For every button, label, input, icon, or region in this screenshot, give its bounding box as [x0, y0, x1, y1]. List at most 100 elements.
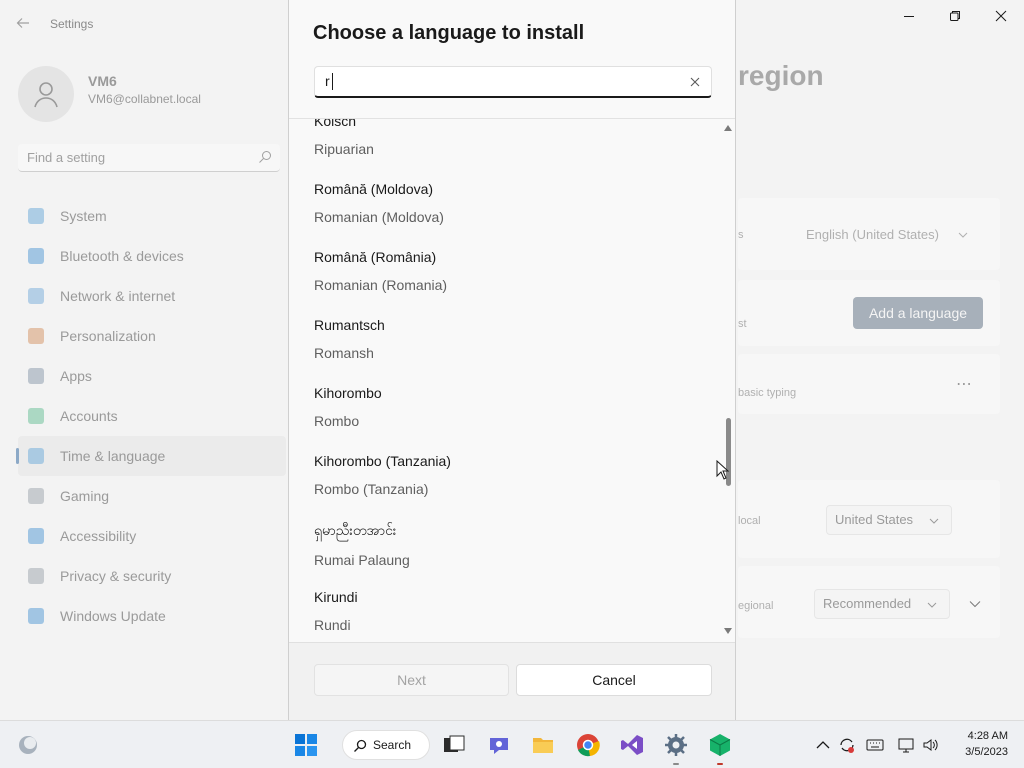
- regional-format-dropdown[interactable]: Recommended: [814, 589, 950, 619]
- person-icon: [34, 82, 58, 108]
- clear-icon[interactable]: [689, 76, 701, 88]
- chevron-up-icon[interactable]: [814, 736, 832, 754]
- sidebar-item-privacy-security[interactable]: Privacy & security: [18, 556, 286, 596]
- country-dropdown[interactable]: United States: [826, 505, 952, 535]
- sidebar-item-label: Apps: [60, 368, 92, 384]
- sidebar-item-label: Time & language: [60, 448, 166, 464]
- restore-icon: [950, 11, 960, 21]
- apps-icon: [28, 368, 44, 384]
- sidebar-item-apps[interactable]: Apps: [18, 356, 286, 396]
- next-button[interactable]: Next: [314, 664, 509, 696]
- language-english-name: Rumai Palaung: [314, 552, 410, 568]
- dialog-title: Choose a language to install: [313, 22, 585, 44]
- language-list-item[interactable]: Kihorombo Rombo: [289, 385, 709, 453]
- sidebar-item-gaming[interactable]: Gaming: [18, 476, 286, 516]
- avatar: [18, 66, 74, 122]
- close-button[interactable]: [986, 8, 1016, 28]
- find-setting-input[interactable]: Find a setting: [18, 144, 280, 172]
- country-label: local: [738, 515, 761, 527]
- text-cursor: [332, 73, 333, 90]
- language-list-item[interactable]: Română (Moldova) Romanian (Moldova): [289, 181, 709, 249]
- language-list-item[interactable]: Kihorombo (Tanzania) Rombo (Tanzania): [289, 453, 709, 521]
- scroll-down-arrow-icon[interactable]: [723, 626, 733, 636]
- clock-time[interactable]: 4:28 AM: [952, 730, 1008, 742]
- language-english-name: Romansh: [314, 345, 374, 361]
- chevron-down-icon: [958, 232, 968, 238]
- visual-studio-icon[interactable]: [620, 733, 644, 757]
- add-language-button[interactable]: Add a language: [853, 297, 983, 329]
- language-list-item[interactable]: Kirundi Rundi: [289, 589, 709, 641]
- keyboard-icon[interactable]: [866, 736, 884, 754]
- minimize-button[interactable]: [894, 8, 924, 28]
- sync-icon[interactable]: [838, 736, 856, 754]
- sidebar-item-label: Accessibility: [60, 528, 137, 544]
- language-list-item[interactable]: Kölsch Ripuarian: [289, 119, 709, 181]
- language-english-name: Rombo: [314, 413, 360, 429]
- back-button[interactable]: [16, 16, 32, 32]
- start-icon[interactable]: [294, 733, 318, 757]
- language-english-name: Rombo (Tanzania): [314, 481, 429, 497]
- language-native-name: Kirundi: [314, 589, 358, 605]
- expand-chevron-icon[interactable]: [969, 600, 981, 608]
- cancel-button[interactable]: Cancel: [516, 664, 712, 696]
- globe-clock-icon: [28, 448, 44, 464]
- sidebar-item-time-language[interactable]: Time & language: [16, 436, 286, 476]
- sidebar-item-label: Privacy & security: [60, 568, 172, 584]
- display-language-label: s: [738, 229, 744, 241]
- mouse-pointer-icon: [716, 460, 730, 480]
- running-indicator: [717, 763, 723, 765]
- more-options-icon[interactable]: ⋯: [956, 374, 972, 394]
- language-list: Kölsch Ripuarian Română (Moldova) Romanian …: [289, 119, 721, 641]
- close-icon: [995, 10, 1007, 22]
- sidebar-item-system[interactable]: System: [18, 196, 286, 236]
- regional-format-label: egional: [738, 600, 774, 612]
- file-explorer-icon[interactable]: [531, 733, 555, 757]
- cube-app-icon[interactable]: [708, 733, 732, 757]
- search-icon: [259, 151, 271, 163]
- sidebar-item-accounts[interactable]: Accounts: [18, 396, 286, 436]
- settings-gear-icon[interactable]: [664, 733, 688, 757]
- sidebar-item-bluetooth-devices[interactable]: Bluetooth & devices: [18, 236, 286, 276]
- regional-format-value: Recommended: [823, 596, 912, 611]
- clock-date[interactable]: 3/5/2023: [952, 746, 1008, 758]
- teams-chat-icon[interactable]: [487, 733, 511, 757]
- preferred-languages-label: st: [738, 318, 747, 330]
- scroll-up-arrow-icon[interactable]: [723, 123, 733, 133]
- language-native-name: Română (România): [314, 249, 437, 265]
- display-language-value: English (United States): [806, 227, 939, 242]
- search-icon: [354, 739, 367, 752]
- language-native-name: Rumantsch: [314, 317, 385, 333]
- update-icon: [28, 608, 44, 624]
- dialog-footer: Next Cancel: [289, 642, 735, 720]
- arrow-left-icon: [16, 18, 29, 28]
- task-view-icon[interactable]: [442, 733, 466, 757]
- language-english-name: Rundi: [314, 617, 351, 633]
- language-item-card[interactable]: basic typing ⋯: [738, 354, 1000, 414]
- language-english-name: Romanian (Romania): [314, 277, 448, 293]
- volume-icon[interactable]: [922, 736, 940, 754]
- sidebar-item-label: Accounts: [60, 408, 118, 424]
- typing-label: basic typing: [738, 387, 797, 399]
- display-language-card[interactable]: s English (United States): [738, 198, 1000, 270]
- language-list-item[interactable]: ရှမာညီးတအာင်း Rumai Palaung: [289, 521, 709, 589]
- language-native-name: Kihorombo: [314, 385, 382, 401]
- wifi-icon: [28, 288, 44, 304]
- sidebar-item-windows-update[interactable]: Windows Update: [18, 596, 286, 636]
- sidebar-item-network-internet[interactable]: Network & internet: [18, 276, 286, 316]
- controller-icon: [28, 488, 44, 504]
- language-list-item[interactable]: Română (România) Romanian (Romania): [289, 249, 709, 317]
- language-list-item[interactable]: Rumantsch Romansh: [289, 317, 709, 385]
- network-icon[interactable]: [898, 736, 916, 754]
- sidebar-item-personalization[interactable]: Personalization: [18, 316, 286, 356]
- language-search-input[interactable]: r: [314, 66, 712, 98]
- sidebar-item-label: Bluetooth & devices: [60, 248, 184, 264]
- sidebar-item-accessibility[interactable]: Accessibility: [18, 516, 286, 556]
- person-icon: [28, 408, 44, 424]
- chrome-icon[interactable]: [576, 733, 600, 757]
- taskbar-search[interactable]: Search: [342, 730, 430, 760]
- app-title: Settings: [50, 17, 94, 31]
- page-title: region: [738, 60, 824, 91]
- restore-button[interactable]: [940, 8, 970, 28]
- language-native-name: Kölsch: [314, 119, 357, 129]
- weather-icon[interactable]: [16, 733, 40, 757]
